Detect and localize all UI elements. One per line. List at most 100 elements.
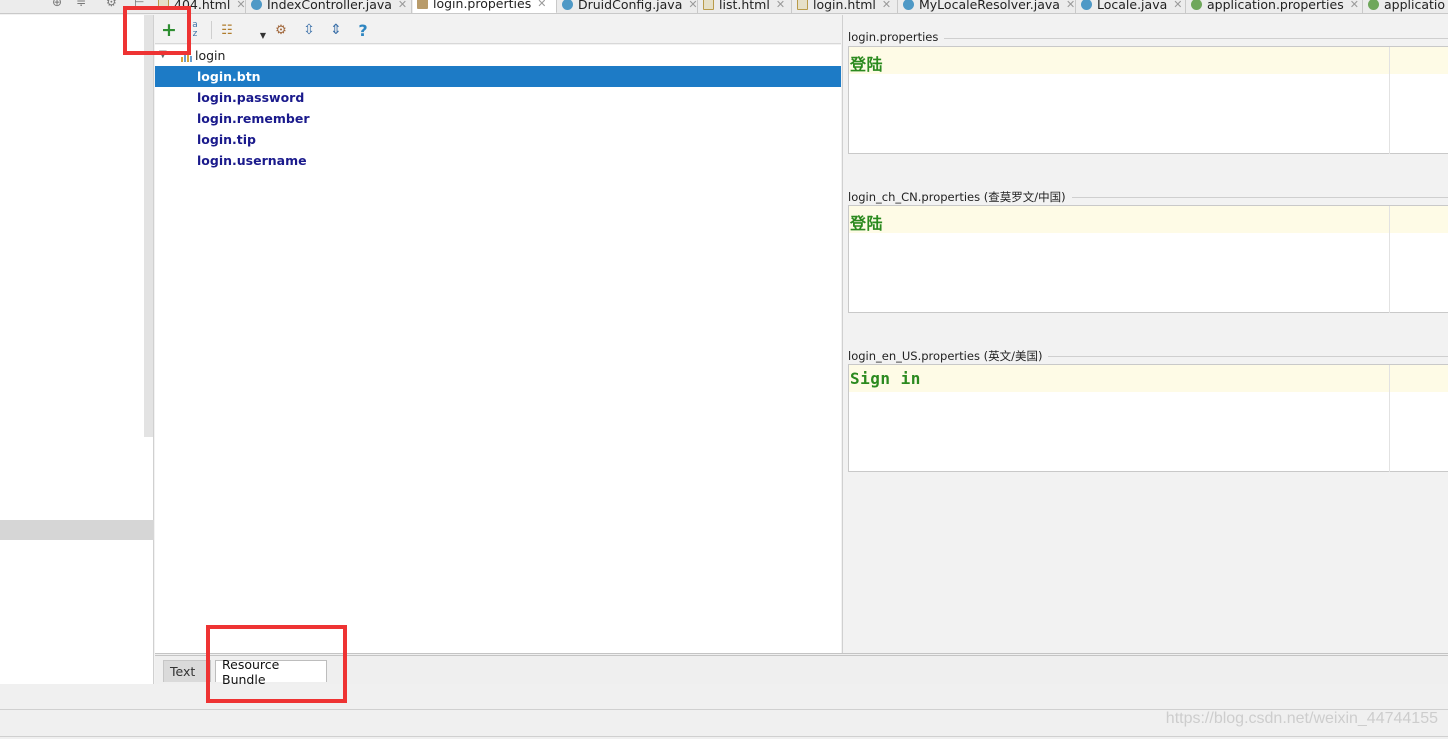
right-margin-guide	[1389, 47, 1390, 154]
tree-key-label: login.btn	[197, 69, 261, 84]
java-class-icon	[251, 0, 262, 10]
value-section-header: login_en_US.properties (英文/美国)	[848, 348, 1448, 364]
value-current-line	[849, 206, 1448, 233]
locate-icon[interactable]: ⊕	[52, 0, 62, 9]
value-text[interactable]: Sign in	[850, 369, 921, 388]
tree-key-label: login.remember	[197, 111, 310, 126]
value-section-header: login.properties	[848, 30, 1448, 46]
tab-resource-bundle-label: Resource Bundle	[222, 656, 280, 687]
right-margin-guide	[1389, 365, 1390, 472]
status-bar: https://blog.csdn.net/weixin_44744155	[0, 684, 1448, 739]
spring-properties-icon	[1191, 0, 1202, 10]
collapse-all-button[interactable]: ⇕	[326, 20, 346, 40]
tab-login-properties[interactable]: login.properties ✕	[413, 0, 557, 13]
close-icon[interactable]: ✕	[236, 0, 245, 11]
tab-label: DruidConfig.java	[578, 0, 683, 12]
tab-text-label: Text	[170, 664, 196, 679]
tab-application-properties[interactable]: application.properties ✕	[1187, 0, 1363, 13]
project-selected-row[interactable]	[0, 520, 154, 540]
tab-druidconfig[interactable]: DruidConfig.java ✕	[558, 0, 698, 13]
hide-panel-icon[interactable]: ⊢	[134, 0, 144, 9]
tree-root-node[interactable]: ▼ login	[155, 45, 841, 66]
tree-key-login-username[interactable]: login.username	[155, 150, 841, 171]
sort-alphabetically-button[interactable]: a z	[185, 20, 205, 40]
status-divider	[0, 736, 1448, 737]
close-icon[interactable]: ✕	[1350, 0, 1359, 11]
help-icon: ?	[358, 20, 368, 40]
tree-key-login-btn[interactable]: login.btn	[155, 66, 841, 87]
java-class-icon	[903, 0, 914, 10]
bundle-settings-button[interactable]: ⚙	[271, 20, 291, 40]
editor-view-tabs: Text Resource Bundle	[155, 653, 1448, 687]
tree-root-label: login	[195, 48, 226, 63]
properties-file-icon	[417, 0, 428, 9]
value-editor[interactable]: 登陆	[848, 205, 1448, 313]
collapse-all-icon[interactable]: ≑	[76, 0, 86, 9]
tab-404-html[interactable]: 404.html ✕	[154, 0, 246, 13]
tree-key-label: login.tip	[197, 132, 256, 147]
close-icon[interactable]: ✕	[537, 0, 546, 10]
tree-key-label: login.password	[197, 90, 305, 105]
value-section-header: login_ch_CN.properties (查莫罗文/中国)	[848, 189, 1448, 205]
html-file-icon	[158, 0, 169, 10]
tree-key-login-remember[interactable]: login.remember	[155, 108, 841, 129]
value-editor[interactable]: 登陆	[848, 46, 1448, 154]
value-current-line	[849, 365, 1448, 392]
close-icon[interactable]: ✕	[398, 0, 407, 11]
html-file-icon	[797, 0, 808, 10]
chevron-down-icon: ▼	[259, 30, 267, 40]
close-icon[interactable]: ✕	[776, 0, 785, 11]
add-property-button[interactable]: +	[159, 19, 179, 41]
value-editor[interactable]: Sign in	[848, 364, 1448, 472]
tab-mylocaleresolver[interactable]: MyLocaleResolver.java ✕	[899, 0, 1076, 13]
collapse-all-icon: ⇕	[330, 22, 342, 38]
tab-label: MyLocaleResolver.java	[919, 0, 1060, 12]
tab-label: list.html	[719, 0, 770, 12]
tree-key-login-password[interactable]: login.password	[155, 87, 841, 108]
tab-locale-java[interactable]: Locale.java ✕	[1077, 0, 1186, 13]
locale-file-label: login_ch_CN.properties (查莫罗文/中国)	[848, 189, 1072, 205]
tab-indexcontroller[interactable]: IndexController.java ✕	[247, 0, 412, 13]
close-icon[interactable]: ✕	[1066, 0, 1075, 11]
resource-bundle-icon	[181, 51, 192, 62]
tab-label: Locale.java	[1097, 0, 1168, 12]
group-icon: ☷	[221, 22, 233, 38]
expand-all-icon: ⇳	[303, 22, 315, 38]
sort-az-icon-bottom: z	[192, 29, 198, 39]
close-icon[interactable]: ✕	[688, 0, 697, 11]
tab-label: login.properties	[433, 0, 532, 11]
group-options-dropdown[interactable]: ▼	[253, 25, 273, 45]
spring-properties-icon	[1368, 0, 1379, 10]
value-text[interactable]: 登陆	[850, 51, 883, 75]
tab-resource-bundle[interactable]: Resource Bundle	[215, 657, 327, 687]
property-values-panel: login.properties 登陆 login_ch_CN.properti…	[842, 15, 1448, 653]
value-text[interactable]: 登陆	[850, 210, 883, 234]
tab-application-overflow[interactable]: applicatio	[1364, 0, 1448, 13]
help-button[interactable]: ?	[353, 20, 373, 40]
html-file-icon	[703, 0, 714, 10]
tab-label: applicatio	[1384, 0, 1446, 12]
tab-login-html[interactable]: login.html ✕	[793, 0, 898, 13]
close-icon[interactable]: ✕	[1173, 0, 1182, 11]
locale-file-label: login_en_US.properties (英文/美国)	[848, 348, 1049, 364]
property-key-tree[interactable]: ▼ login login.btn login.password login.r…	[155, 45, 841, 653]
plus-icon: +	[161, 19, 177, 41]
value-current-line	[849, 47, 1448, 74]
tab-list-html[interactable]: list.html ✕	[699, 0, 792, 13]
tab-label: 404.html	[174, 0, 231, 12]
group-by-prefix-button[interactable]: ☷	[217, 20, 237, 40]
java-class-icon	[1081, 0, 1092, 10]
project-tool-buttons: ⊕ ≑ ⚙ ⊢	[52, 0, 152, 13]
expand-all-button[interactable]: ⇳	[299, 20, 319, 40]
watermark-text: https://blog.csdn.net/weixin_44744155	[1165, 710, 1438, 727]
gear-icon[interactable]: ⚙	[106, 0, 117, 9]
tab-text[interactable]: Text	[163, 660, 211, 682]
chevron-down-icon[interactable]: ▼	[159, 49, 167, 60]
settings-icon: ⚙	[275, 22, 287, 38]
right-margin-guide	[1389, 206, 1390, 313]
project-scrollbar[interactable]	[144, 15, 153, 437]
close-icon[interactable]: ✕	[882, 0, 891, 11]
tab-label: login.html	[813, 0, 876, 12]
tree-key-login-tip[interactable]: login.tip	[155, 129, 841, 150]
project-panel	[0, 15, 154, 684]
